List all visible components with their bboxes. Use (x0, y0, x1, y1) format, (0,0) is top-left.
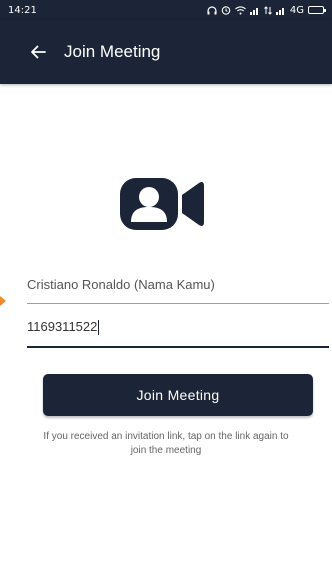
alarm-icon (221, 5, 231, 15)
arrow-left-icon (31, 45, 46, 59)
status-time: 14:21 (8, 4, 37, 16)
status-bar: 14:21 4G (0, 0, 332, 20)
data-transfer-icon (264, 5, 272, 15)
display-name-value: Cristiano Ronaldo (Nama Kamu) (27, 277, 215, 292)
display-name-field[interactable]: Cristiano Ronaldo (Nama Kamu) (27, 274, 329, 304)
app-bar: Join Meeting (0, 20, 332, 84)
signal-icon-2 (275, 6, 286, 15)
meeting-illustration (0, 176, 332, 232)
meeting-id-value: 1169311522 (27, 319, 98, 334)
page-title: Join Meeting (64, 42, 161, 61)
join-meeting-button[interactable]: Join Meeting (43, 374, 313, 416)
headphones-icon (207, 5, 217, 15)
status-icons: 4G (207, 4, 326, 16)
signal-icon (249, 6, 260, 15)
text-cursor (98, 320, 100, 336)
battery-icon (308, 6, 326, 14)
video-camera-user-icon (120, 178, 204, 230)
meeting-id-field[interactable]: 1169311522 (27, 314, 329, 348)
invitation-hint: If you received an invitation link, tap … (43, 431, 289, 456)
network-type: 4G (289, 4, 304, 16)
wifi-icon (234, 5, 246, 15)
back-button[interactable] (14, 20, 62, 84)
orange-marker (0, 296, 6, 306)
